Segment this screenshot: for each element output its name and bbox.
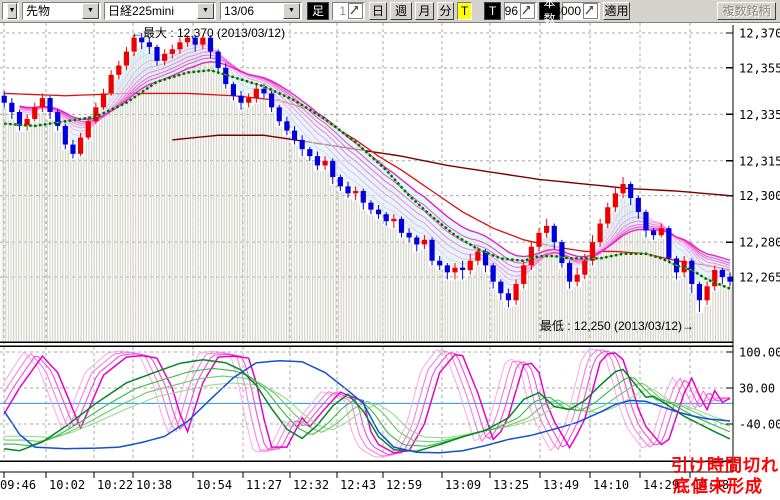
day-button[interactable]: 日 <box>369 2 387 20</box>
week-button[interactable]: 週 <box>390 2 412 20</box>
total-bars-value: 3000 <box>554 3 582 19</box>
ashi-label-button[interactable]: 足 <box>307 2 329 20</box>
combo-empty[interactable]: ▼ <box>2 2 19 20</box>
month-button[interactable]: 月 <box>415 2 434 20</box>
price-label: 12,335 <box>739 108 780 122</box>
interval-value: 1 <box>334 3 347 19</box>
time-label: 10:02 <box>49 478 85 492</box>
oscillator-label: -40.00 <box>739 418 780 432</box>
chevron-down-icon[interactable]: ▼ <box>283 3 300 19</box>
combo-contract-value: 13/06 <box>224 3 254 19</box>
chevron-down-icon[interactable]: ▼ <box>82 3 99 19</box>
price-label: 12,300 <box>739 189 780 203</box>
bars-value: 96 <box>505 3 519 19</box>
minute-button[interactable]: 分 <box>437 2 454 20</box>
price-label: 12,280 <box>739 236 780 250</box>
price-label: 12,265 <box>739 270 780 284</box>
time-label: 13:25 <box>493 478 529 492</box>
oscillator-panel <box>0 349 733 456</box>
time-label: 14:10 <box>593 478 629 492</box>
price-label: 12,355 <box>739 61 780 75</box>
oscillator-label: 100.00 <box>739 346 780 360</box>
time-label: 13:09 <box>445 478 481 492</box>
price-label: 12,370 <box>739 27 780 41</box>
bars-stepper[interactable]: 96 <box>504 2 537 20</box>
toolbar: ▼ 先物 ▼ 日経225mini ▼ 13/06 ▼ 足 1 日 週 月 分 T… <box>0 0 780 23</box>
combo-contract-month[interactable]: 13/06 ▼ <box>220 2 302 20</box>
multi-symbol-button[interactable]: 複数銘柄 <box>717 2 776 20</box>
dial-arrow-icon[interactable] <box>583 3 598 19</box>
combo-symbol-value: 日経225mini <box>108 3 174 19</box>
combo-symbol[interactable]: 日経225mini ▼ <box>104 2 216 20</box>
apply-button[interactable]: 適用 <box>603 2 630 20</box>
chart-application: ▼ 先物 ▼ 日経225mini ▼ 13/06 ▼ 足 1 日 週 月 分 T… <box>0 0 780 500</box>
combo-product-value: 先物 <box>26 3 50 19</box>
dial-arrow-icon[interactable] <box>520 3 535 19</box>
time-label: 11:27 <box>246 478 282 492</box>
generated-chart-layers: 09:46 10:02 10:2210:38 10:54 11:27 12:32 12:43… <box>0 23 780 492</box>
min-price-annotation: 最低 : 12,250 (2013/03/12)→ <box>540 319 694 333</box>
time-label: 13:49 <box>543 478 579 492</box>
combo-product[interactable]: 先物 ▼ <box>22 2 101 20</box>
rci-mid-line <box>4 369 730 447</box>
max-price-annotation: ←最大 : 12,370 (2013/03/12) <box>131 26 285 40</box>
total-bars-stepper[interactable]: 3000 <box>562 2 600 20</box>
t-black-button[interactable]: T <box>484 2 501 20</box>
chevron-down-icon[interactable]: ▼ <box>7 3 17 19</box>
chevron-down-icon[interactable]: ▼ <box>197 3 214 19</box>
price-label: 12,315 <box>739 154 780 168</box>
time-label: 12:59 <box>386 478 422 492</box>
time-label: 09:46 <box>0 478 36 492</box>
main-panel <box>1 33 733 342</box>
time-label: 10:38 <box>136 478 172 492</box>
tick-toggle-button[interactable]: T <box>457 2 472 20</box>
time-label: 12:32 <box>293 478 329 492</box>
dial-arrow-icon[interactable] <box>348 3 363 19</box>
oscillator-label: 30.00 <box>739 382 775 396</box>
time-label: 10:22 <box>97 478 133 492</box>
warning-text-line2: 底値未形成 <box>673 476 763 496</box>
time-label: 12:43 <box>340 478 376 492</box>
interval-stepper[interactable]: 1 <box>332 2 365 20</box>
price-chart: 09:46 10:02 10:2210:38 10:54 11:27 12:32 12:43… <box>0 23 780 500</box>
time-label: 10:54 <box>196 478 232 492</box>
warning-text-line1: 引け時間切れ <box>671 455 779 475</box>
